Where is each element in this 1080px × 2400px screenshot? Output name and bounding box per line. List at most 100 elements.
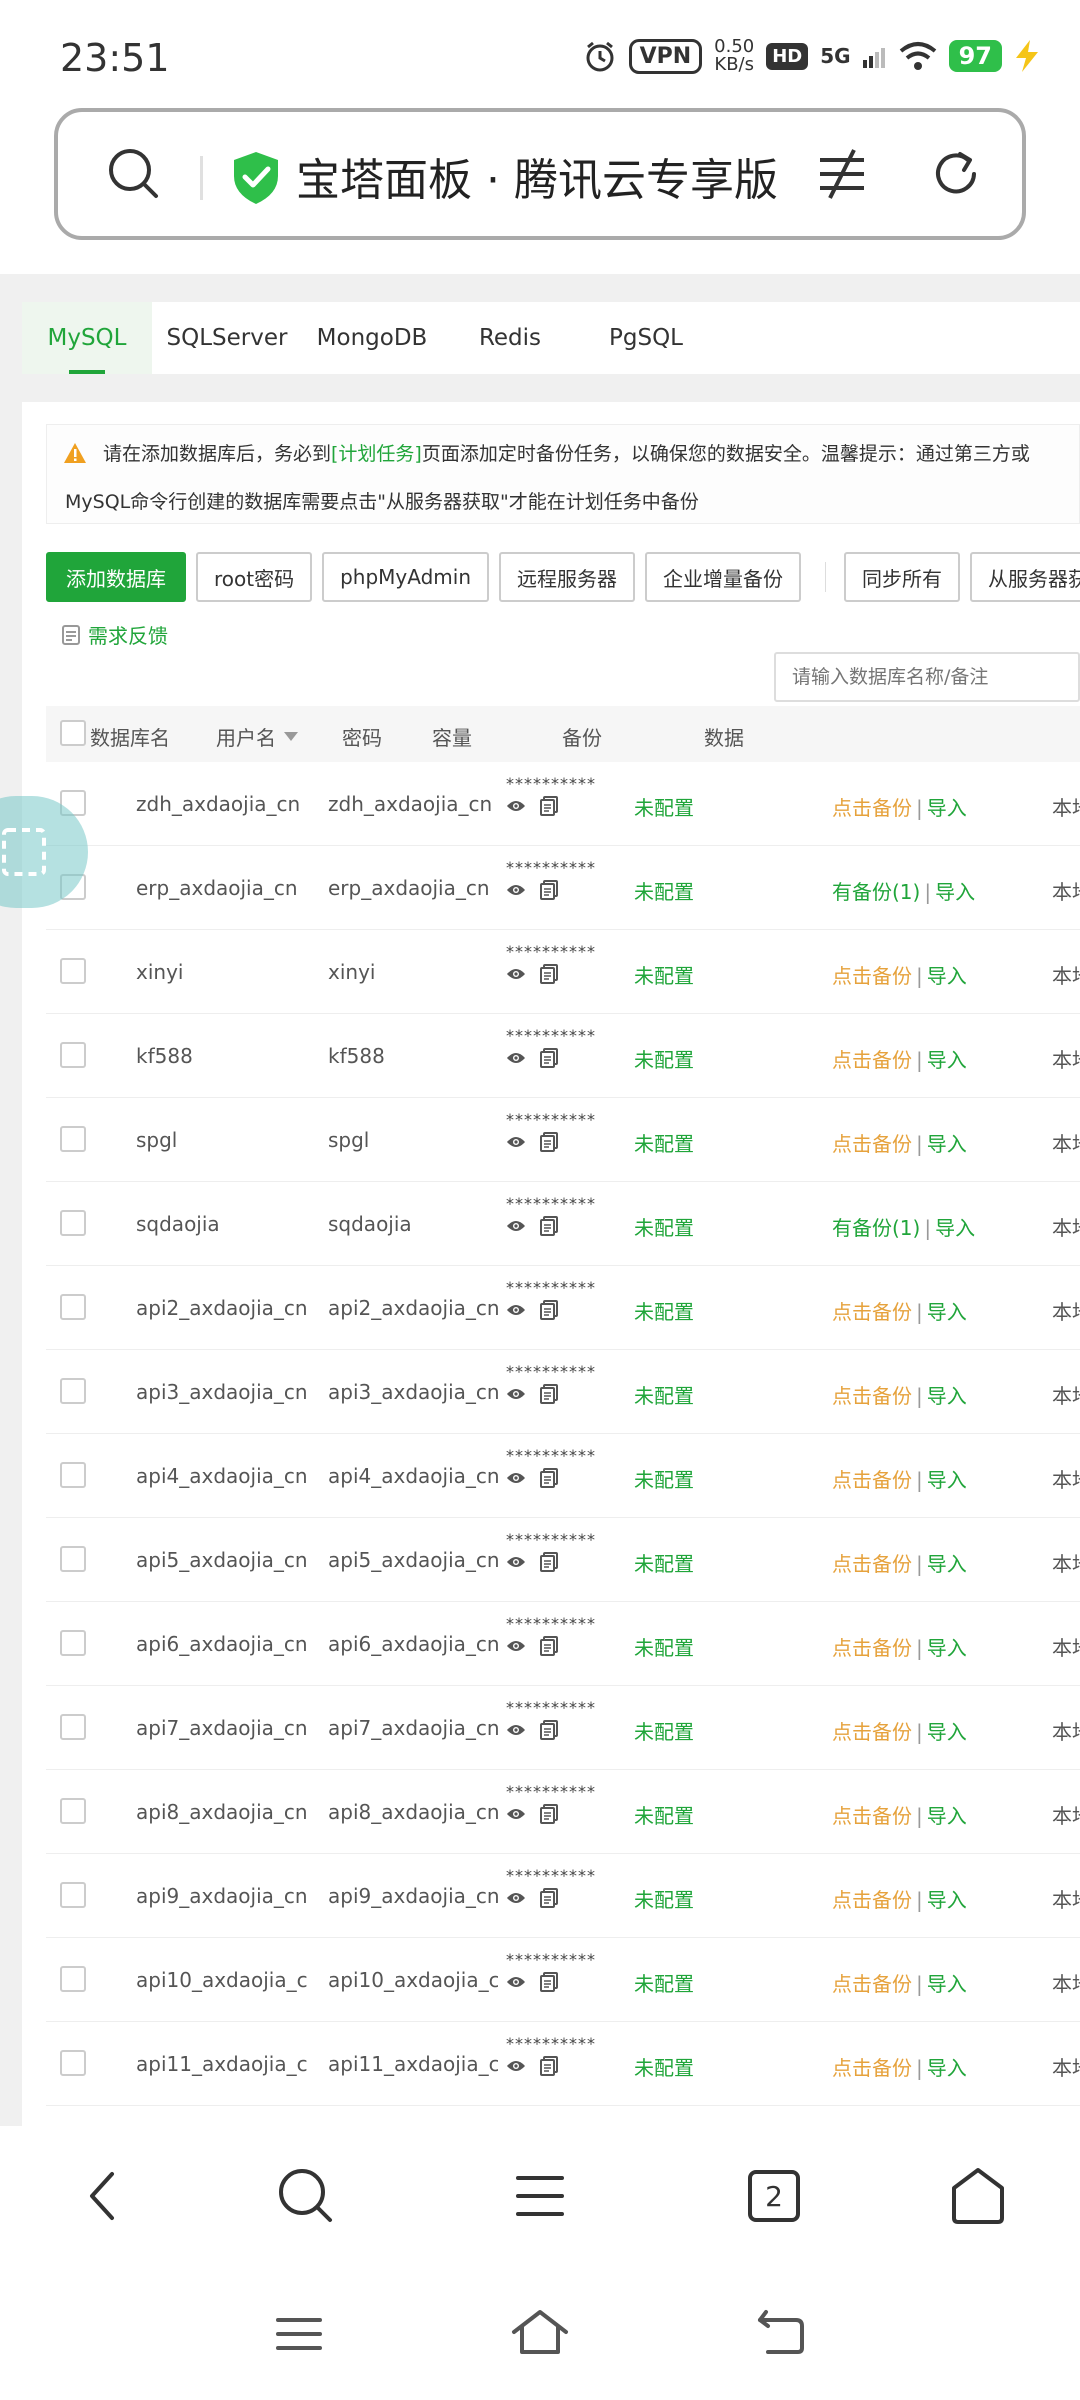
eye-icon[interactable] <box>506 1387 526 1401</box>
add-database-button[interactable]: 添加数据库 <box>46 552 186 602</box>
eye-icon[interactable] <box>506 1555 526 1569</box>
import-link[interactable]: 导入 <box>927 964 967 988</box>
db-name[interactable]: api6_axdaojia_cn <box>136 1632 312 1656</box>
backup-link[interactable]: 点击备份 <box>832 1888 912 1912</box>
copy-icon[interactable] <box>540 1552 558 1572</box>
eye-icon[interactable] <box>506 799 526 813</box>
floating-assistant-button[interactable] <box>0 796 88 908</box>
row-checkbox[interactable] <box>60 1966 86 1992</box>
db-name[interactable]: kf588 <box>136 1044 312 1068</box>
filter-icon[interactable] <box>814 146 870 202</box>
header-db-name[interactable]: 数据库名 <box>90 722 170 751</box>
root-password-button[interactable]: root密码 <box>196 552 313 602</box>
eye-icon[interactable] <box>506 883 526 897</box>
import-link[interactable]: 导入 <box>935 1216 975 1240</box>
copy-icon[interactable] <box>540 1216 558 1236</box>
remote-server-button[interactable]: 远程服务器 <box>499 552 636 602</box>
copy-icon[interactable] <box>540 1300 558 1320</box>
row-checkbox[interactable] <box>60 1630 86 1656</box>
db-capacity[interactable]: 未配置 <box>634 1464 694 1493</box>
backup-link[interactable]: 点击备份 <box>832 964 912 988</box>
back-icon[interactable] <box>82 2166 122 2226</box>
tab-mongodb[interactable]: MongoDB <box>302 302 442 374</box>
db-capacity[interactable]: 未配置 <box>634 1128 694 1157</box>
import-link[interactable]: 导入 <box>927 796 967 820</box>
feedback-link[interactable]: 需求反馈 <box>62 620 168 649</box>
backup-link[interactable]: 点击备份 <box>832 1468 912 1492</box>
copy-icon[interactable] <box>540 1804 558 1824</box>
copy-icon[interactable] <box>540 1468 558 1488</box>
row-checkbox[interactable] <box>60 1798 86 1824</box>
eye-icon[interactable] <box>506 1303 526 1317</box>
reload-icon[interactable] <box>928 146 984 202</box>
import-link[interactable]: 导入 <box>927 1468 967 1492</box>
recents-icon[interactable] <box>274 2312 324 2356</box>
backup-link[interactable]: 点击备份 <box>832 1048 912 1072</box>
backup-link[interactable]: 点击备份 <box>832 1972 912 1996</box>
sync-all-button[interactable]: 同步所有 <box>844 552 961 602</box>
select-all-checkbox[interactable] <box>60 720 86 746</box>
copy-icon[interactable] <box>540 1384 558 1404</box>
db-name[interactable]: sqdaojia <box>136 1212 312 1236</box>
backup-link[interactable]: 有备份(1) <box>832 880 920 904</box>
row-checkbox[interactable] <box>60 1294 86 1320</box>
db-name[interactable]: xinyi <box>136 960 312 984</box>
copy-icon[interactable] <box>540 1048 558 1068</box>
import-link[interactable]: 导入 <box>927 1804 967 1828</box>
backup-link[interactable]: 有备份(1) <box>832 1216 920 1240</box>
db-name[interactable]: api7_axdaojia_cn <box>136 1716 312 1740</box>
backup-link[interactable]: 点击备份 <box>832 1636 912 1660</box>
copy-icon[interactable] <box>540 964 558 984</box>
row-checkbox[interactable] <box>60 1546 86 1572</box>
db-capacity[interactable]: 未配置 <box>634 1800 694 1829</box>
tab-mysql[interactable]: MySQL <box>22 302 152 374</box>
eye-icon[interactable] <box>506 1807 526 1821</box>
row-checkbox[interactable] <box>60 2050 86 2076</box>
header-username[interactable]: 用户名 <box>216 722 298 751</box>
home-icon[interactable] <box>510 2306 570 2358</box>
copy-icon[interactable] <box>540 796 558 816</box>
db-name[interactable]: api3_axdaojia_cn <box>136 1380 312 1404</box>
backup-link[interactable]: 点击备份 <box>832 796 912 820</box>
db-name[interactable]: erp_axdaojia_cn <box>136 876 312 900</box>
db-name[interactable]: spgl <box>136 1128 312 1152</box>
row-checkbox[interactable] <box>60 958 86 984</box>
db-capacity[interactable]: 未配置 <box>634 1632 694 1661</box>
copy-icon[interactable] <box>540 1720 558 1740</box>
row-checkbox[interactable] <box>60 1378 86 1404</box>
backup-link[interactable]: 点击备份 <box>832 1300 912 1324</box>
copy-icon[interactable] <box>540 1888 558 1908</box>
db-name[interactable]: api2_axdaojia_cn <box>136 1296 312 1320</box>
search-icon[interactable] <box>106 146 162 202</box>
backup-link[interactable]: 点击备份 <box>832 1384 912 1408</box>
import-link[interactable]: 导入 <box>927 1132 967 1156</box>
tab-redis[interactable]: Redis <box>442 302 578 374</box>
eye-icon[interactable] <box>506 1135 526 1149</box>
copy-icon[interactable] <box>540 880 558 900</box>
backup-link[interactable]: 点击备份 <box>832 1552 912 1576</box>
phpmyadmin-button[interactable]: phpMyAdmin <box>322 552 490 602</box>
import-link[interactable]: 导入 <box>927 1384 967 1408</box>
db-capacity[interactable]: 未配置 <box>634 1212 694 1241</box>
import-link[interactable]: 导入 <box>927 1972 967 1996</box>
db-name[interactable]: api5_axdaojia_cn <box>136 1548 312 1572</box>
page-title[interactable]: 宝塔面板 · 腾讯云专享版 <box>296 144 806 208</box>
db-capacity[interactable]: 未配置 <box>634 1716 694 1745</box>
search-icon[interactable] <box>276 2166 336 2226</box>
row-checkbox[interactable] <box>60 1462 86 1488</box>
db-capacity[interactable]: 未配置 <box>634 1968 694 1997</box>
backup-link[interactable]: 点击备份 <box>832 1132 912 1156</box>
import-link[interactable]: 导入 <box>927 1720 967 1744</box>
sort-down-icon[interactable] <box>284 731 298 742</box>
back-gesture-icon[interactable] <box>756 2308 808 2356</box>
db-capacity[interactable]: 未配置 <box>634 1380 694 1409</box>
backup-link[interactable]: 点击备份 <box>832 2056 912 2080</box>
tab-sqlserver[interactable]: SQLServer <box>152 302 302 374</box>
eye-icon[interactable] <box>506 967 526 981</box>
db-name[interactable]: api8_axdaojia_cn <box>136 1800 312 1824</box>
db-capacity[interactable]: 未配置 <box>634 2052 694 2081</box>
row-checkbox[interactable] <box>60 1126 86 1152</box>
db-name[interactable]: api10_axdaojia_c <box>136 1968 312 1992</box>
import-link[interactable]: 导入 <box>927 1048 967 1072</box>
database-search-input[interactable] <box>790 665 1064 689</box>
